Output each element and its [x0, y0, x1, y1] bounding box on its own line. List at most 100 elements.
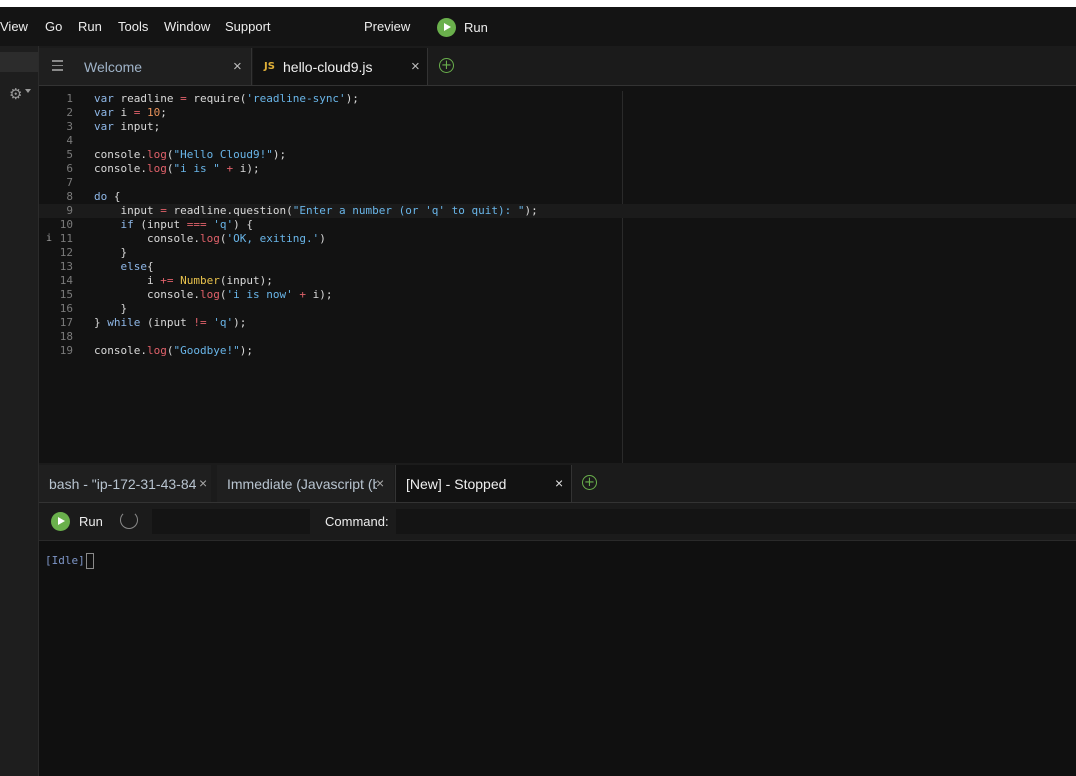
command-input[interactable] — [396, 509, 1076, 534]
code-text: var input; — [94, 120, 161, 133]
code-line[interactable]: 2 var i = 10; — [39, 106, 1076, 120]
menu-bar: View Go Run Tools Window Support Preview… — [0, 7, 1076, 46]
command-label: Command: — [325, 514, 389, 529]
line-number: 2 — [66, 106, 73, 119]
tab-label: [New] - Stopped — [406, 476, 507, 492]
hamburger-icon[interactable] — [52, 60, 63, 74]
line-number: 18 — [59, 330, 73, 343]
code-line[interactable]: 5 console.log("Hello Cloud9!"); — [39, 148, 1076, 162]
left-panel-strip: ⚙ — [0, 46, 39, 776]
code-line[interactable]: 18 — [39, 330, 1076, 344]
chevron-down-icon — [25, 89, 31, 93]
menu-view[interactable]: View — [0, 19, 28, 34]
code-text: else{ — [120, 260, 154, 273]
line-number: 15 — [59, 288, 73, 301]
code-line[interactable]: 15 console.log('i is now' + i); — [39, 288, 1076, 302]
line-number: 1 — [66, 92, 73, 105]
terminal-status: [Idle] — [45, 554, 85, 567]
line-number: 9 — [66, 204, 73, 217]
code-text: } — [94, 302, 128, 315]
tab-label: bash - "ip-172-31-43-84.a — [49, 476, 197, 492]
close-icon[interactable]: × — [376, 475, 384, 491]
code-line[interactable]: 8 do { — [39, 190, 1076, 204]
tab-label: Welcome — [84, 59, 143, 75]
line-number: 4 — [66, 134, 73, 147]
line-number: 8 — [66, 190, 73, 203]
terminal-output[interactable]: [Idle] — [39, 541, 1076, 776]
code-line[interactable]: i 11 console.log('OK, exiting.') — [39, 232, 1076, 246]
runner-toolbar: Run Command: — [39, 503, 1076, 541]
run-button[interactable]: Run — [437, 17, 488, 37]
menu-window[interactable]: Window — [164, 19, 210, 34]
terminal-cursor — [85, 553, 94, 569]
close-icon[interactable]: × — [411, 58, 420, 75]
close-icon[interactable]: × — [555, 475, 563, 491]
close-icon[interactable]: × — [199, 475, 207, 491]
tab-welcome[interactable]: Welcome × — [39, 48, 252, 85]
code-line[interactable]: 14 i += Number(input); — [39, 274, 1076, 288]
restart-icon[interactable] — [120, 511, 138, 529]
close-icon[interactable]: × — [233, 58, 242, 75]
code-editor[interactable]: 1 var readline = require('readline-sync')… — [39, 86, 1076, 463]
tab-immediate[interactable]: Immediate (Javascript (br × — [217, 465, 394, 502]
run-button-label: Run — [464, 19, 488, 35]
code-text: console.log('i is now' + i); — [94, 288, 333, 301]
line-number: 13 — [59, 260, 73, 273]
js-icon: JS — [264, 61, 275, 72]
code-line[interactable]: 19 console.log("Goodbye!"); — [39, 344, 1076, 358]
code-line[interactable]: 1 var readline = require('readline-sync')… — [39, 92, 1076, 106]
line-number: 17 — [59, 316, 73, 329]
tab-hello-cloud9[interactable]: JS hello-cloud9.js × — [253, 48, 428, 85]
gear-icon[interactable]: ⚙ — [9, 85, 22, 103]
play-icon[interactable] — [51, 512, 70, 531]
code-line[interactable]: 6 console.log("i is " + i); — [39, 162, 1076, 176]
menu-run[interactable]: Run — [78, 19, 102, 34]
code-text: console.log("Goodbye!"); — [94, 344, 253, 357]
code-text: var readline = require('readline-sync'); — [94, 92, 359, 105]
menu-preview[interactable]: Preview — [364, 19, 410, 34]
line-number: 3 — [66, 120, 73, 133]
runner-select-field[interactable] — [152, 509, 310, 534]
tab-new-stopped[interactable]: [New] - Stopped × — [395, 465, 572, 502]
tab-label: hello-cloud9.js — [283, 59, 373, 75]
run-button-label[interactable]: Run — [79, 514, 103, 529]
code-text: } while (input != 'q'); — [94, 316, 247, 329]
menu-support[interactable]: Support — [225, 19, 271, 34]
code-text: input = readline.question("Enter a numbe… — [94, 204, 538, 217]
console-tab-bar: bash - "ip-172-31-43-84.a × Immediate (J… — [39, 465, 1076, 503]
code-text: var i = 10; — [94, 106, 167, 119]
play-icon — [437, 17, 456, 37]
add-tab-icon[interactable]: + — [582, 475, 597, 490]
code-text: i += Number(input); — [94, 274, 273, 287]
menu-go[interactable]: Go — [45, 19, 62, 34]
code-text: if (input === 'q') { — [120, 218, 253, 231]
panel-selection-indicator — [0, 52, 38, 72]
line-number: 7 — [66, 176, 73, 189]
window-top-edge — [0, 0, 1076, 7]
line-number: 16 — [59, 302, 73, 315]
tab-bash[interactable]: bash - "ip-172-31-43-84.a × — [39, 465, 211, 502]
menu-tools[interactable]: Tools — [118, 19, 148, 34]
code-line[interactable]: 10 if (input === 'q') { — [39, 218, 1076, 232]
line-number: 10 — [59, 218, 73, 231]
code-line[interactable]: 12 } — [39, 246, 1076, 260]
code-line[interactable]: 4 — [39, 134, 1076, 148]
add-tab-icon[interactable]: + — [439, 58, 454, 73]
editor-tab-bar: Welcome × JS hello-cloud9.js × + — [39, 48, 1076, 86]
code-line[interactable]: 3 var input; — [39, 120, 1076, 134]
code-text: } — [94, 246, 128, 259]
code-text: console.log("i is " + i); — [94, 162, 260, 175]
code-text: do { — [94, 190, 121, 203]
code-line[interactable]: 9 input = readline.question("Enter a num… — [39, 204, 1076, 218]
code-line[interactable]: 17 } while (input != 'q'); — [39, 316, 1076, 330]
line-number: 19 — [59, 344, 73, 357]
tab-label: Immediate (Javascript (br — [227, 476, 377, 492]
line-number: 12 — [59, 246, 73, 259]
code-line[interactable]: 16 } — [39, 302, 1076, 316]
line-number: 5 — [66, 148, 73, 161]
code-line[interactable]: 7 — [39, 176, 1076, 190]
terminal-line: [Idle] — [45, 553, 94, 569]
line-number: 14 — [59, 274, 73, 287]
code-line[interactable]: 13 else{ — [39, 260, 1076, 274]
line-number: 6 — [66, 162, 73, 175]
